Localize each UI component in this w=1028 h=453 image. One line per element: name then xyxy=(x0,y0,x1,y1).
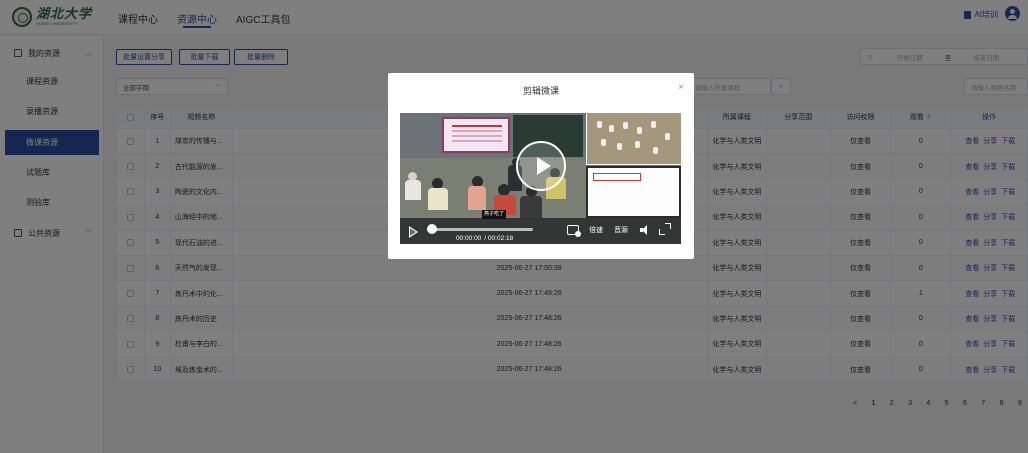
play-icon[interactable] xyxy=(409,226,418,238)
video-player[interactable]: 燕子吃了 00:00:00/ 00:02:18 倍速 音源 xyxy=(400,113,681,244)
big-play-button[interactable] xyxy=(516,141,566,191)
time-display: 00:00:00/ 00:02:18 xyxy=(456,235,513,242)
current-time: 00:00:00 xyxy=(456,235,482,242)
classroom-overview-inset xyxy=(586,113,681,165)
progress-bar[interactable] xyxy=(429,228,533,231)
volume-icon[interactable] xyxy=(639,224,653,236)
dialog-title: 剪辑微课 xyxy=(522,86,559,96)
progress-handle[interactable] xyxy=(427,224,437,234)
audio-source-button[interactable]: 音源 xyxy=(614,225,628,235)
video-controls: 00:00:00/ 00:02:18 倍速 音源 xyxy=(400,218,681,244)
fullscreen-icon[interactable] xyxy=(659,223,671,235)
clip-micro-course-dialog: 剪辑微课 × 燕子吃了 00:00:00 / 00:02:18 倍速 音源 xyxy=(388,73,694,259)
close-icon[interactable]: × xyxy=(678,82,684,93)
total-time: / 00:02:18 xyxy=(484,235,514,242)
playback-speed-button[interactable]: 倍速 xyxy=(589,225,603,235)
subtitle-icon[interactable] xyxy=(567,225,581,237)
slide-inset xyxy=(586,166,681,218)
projector-screen xyxy=(442,117,510,153)
